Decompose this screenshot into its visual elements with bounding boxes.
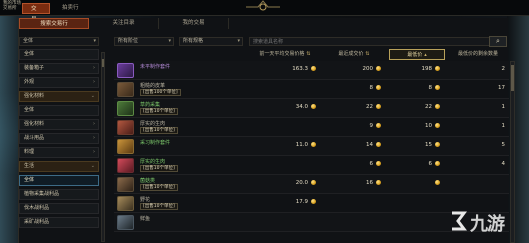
trading-post-panel: 搜索交易行 关注目录 我的交易 全体 ▾ 所有阶位 ▾ 所有规格 ▾ ⌕ 全体 … — [18, 18, 515, 243]
table-row[interactable]: 菌菇类 [出售10个单位] 20.0 16 — [114, 175, 509, 194]
chevron-right-icon: › — [93, 135, 95, 141]
header-min-price[interactable]: 最低价 ▴ — [389, 49, 445, 60]
top-bar: 我的市场 交易所 交易行 拍卖行 — [0, 0, 529, 34]
gold-coin-icon — [435, 123, 440, 128]
sidebar-item-battle-items[interactable]: 战斗用品 › — [19, 133, 99, 144]
corner-label: 我的市场 交易所 — [3, 1, 21, 11]
leather-icon — [117, 82, 134, 97]
sort-icon: ⇅ — [306, 51, 311, 57]
gold-coin-icon — [376, 66, 381, 71]
sort-icon: ⇅ — [365, 51, 370, 57]
header-min-count[interactable]: 最低价的剩余数量 — [447, 49, 509, 60]
chevron-down-icon: ⌄ — [90, 163, 95, 169]
gold-coin-icon — [311, 66, 316, 71]
gold-coin-icon — [311, 142, 316, 147]
header-item-name[interactable] — [114, 49, 234, 60]
gold-coin-icon — [435, 180, 440, 185]
tier-dropdown[interactable]: 所有阶位 ▾ — [114, 37, 174, 46]
chevron-down-icon: ▾ — [168, 38, 171, 44]
mushroom-icon — [117, 177, 134, 192]
fish-icon — [117, 215, 134, 230]
meat-icon — [117, 120, 134, 135]
sidebar-item-cooking[interactable]: 料理 › — [19, 147, 99, 158]
table-row[interactable]: 厚实的生肉 [出售10个单位] 9 10 1 — [114, 118, 509, 137]
category-sidebar: 全体 装备箱子 › 外观 › 强化材料 ⌄ 全体 强化材料 › 战斗用品 › 料理 › 生活… — [19, 49, 99, 243]
filter-row: 全体 ▾ 所有阶位 ▾ 所有规格 ▾ ⌕ — [19, 36, 509, 47]
sidebar-item-mining-loot[interactable]: 采矿战利品 — [19, 217, 99, 228]
sidebar-item-enhancement-material[interactable]: 强化材料 › — [19, 119, 99, 130]
region-dropdown[interactable]: 全体 ▾ — [19, 37, 99, 46]
sidebar-item-appearance[interactable]: 外观 › — [19, 77, 99, 88]
gold-chest-icon — [117, 139, 134, 154]
chevron-right-icon: › — [93, 79, 95, 85]
search-button[interactable]: ⌕ — [489, 36, 507, 47]
gold-coin-icon — [311, 180, 316, 185]
table-row[interactable]: 粗糙的皮革 [出售100个单位] 8 8 17 — [114, 80, 509, 99]
sidebar-item-enhancement-all[interactable]: 全体 — [19, 105, 99, 116]
watermark-logo-icon — [452, 211, 467, 231]
ornament-emblem-icon — [246, 0, 280, 11]
herb-icon — [117, 101, 134, 116]
gold-coin-icon — [376, 85, 381, 90]
header-recent-price[interactable]: 最近成交价 ⇅ — [322, 49, 386, 60]
gold-coin-icon — [376, 161, 381, 166]
tab-trading-post[interactable]: 交易行 — [22, 3, 50, 34]
search-input[interactable] — [249, 37, 499, 46]
gold-coin-icon — [376, 123, 381, 128]
gold-coin-icon — [376, 142, 381, 147]
sidebar-item-equipment-box[interactable]: 装备箱子 › — [19, 63, 99, 74]
grade-dropdown[interactable]: 所有规格 ▾ — [179, 37, 243, 46]
sidebar-item-logging-loot[interactable]: 伐木战利品 — [19, 203, 99, 214]
chevron-right-icon: › — [93, 121, 95, 127]
red-meat-icon — [117, 158, 134, 173]
sidebar-item-plant-loot[interactable]: 植物采集战利品 — [19, 189, 99, 200]
sidebar-group-life[interactable]: 生活 ⌄ — [19, 161, 99, 172]
tab-search-market[interactable]: 搜索交易行 — [19, 18, 89, 29]
gold-coin-icon — [435, 85, 440, 90]
table-row[interactable]: 未平制作套件 163.3 200 198 2 — [114, 61, 509, 80]
chevron-down-icon: ▾ — [93, 38, 96, 44]
scrollbar-thumb[interactable] — [102, 59, 104, 67]
flower-icon — [117, 196, 134, 211]
sidebar-scrollbar[interactable] — [101, 52, 105, 242]
gold-coin-icon — [435, 104, 440, 109]
gold-coin-icon — [435, 161, 440, 166]
table-row[interactable]: 厚实的生肉 [出售10个单位] 6 6 4 — [114, 156, 509, 175]
purple-chest-icon — [117, 63, 134, 78]
gold-coin-icon — [376, 180, 381, 185]
sub-tab-bar: 搜索交易行 关注目录 我的交易 — [19, 18, 229, 29]
gold-coin-icon — [376, 104, 381, 109]
watermark: 九游 — [448, 208, 524, 235]
tab-my-trades[interactable]: 我的交易 — [159, 18, 229, 29]
table-row[interactable]: 采习制作套件 11.0 14 15 5 — [114, 137, 509, 156]
scrollbar-thumb[interactable] — [511, 65, 514, 91]
chevron-right-icon: › — [93, 65, 95, 71]
chevron-down-icon: ⌄ — [90, 93, 95, 99]
header-avg-price[interactable]: 前一天平均交易价格 ⇅ — [250, 49, 320, 60]
sidebar-item-all[interactable]: 全体 — [19, 49, 99, 60]
chevron-down-icon: ▾ — [237, 38, 240, 44]
tab-auction-house[interactable]: 拍卖行 — [54, 3, 88, 14]
search-icon: ⌕ — [496, 37, 500, 45]
tab-watchlist[interactable]: 关注目录 — [89, 18, 159, 29]
gold-coin-icon — [435, 142, 440, 147]
scene-left-edge — [0, 0, 18, 243]
gold-coin-icon — [311, 199, 316, 204]
sidebar-group-enhancement[interactable]: 强化材料 ⌄ — [19, 91, 99, 102]
gold-coin-icon — [435, 66, 440, 71]
gold-coin-icon — [311, 104, 316, 109]
sidebar-item-life-all[interactable]: 全体 — [19, 175, 99, 186]
chevron-right-icon: › — [93, 149, 95, 155]
sort-asc-icon: ▴ — [424, 52, 427, 58]
table-row[interactable]: 草药采集 [出售10个单位] 34.0 22 22 1 — [114, 99, 509, 118]
